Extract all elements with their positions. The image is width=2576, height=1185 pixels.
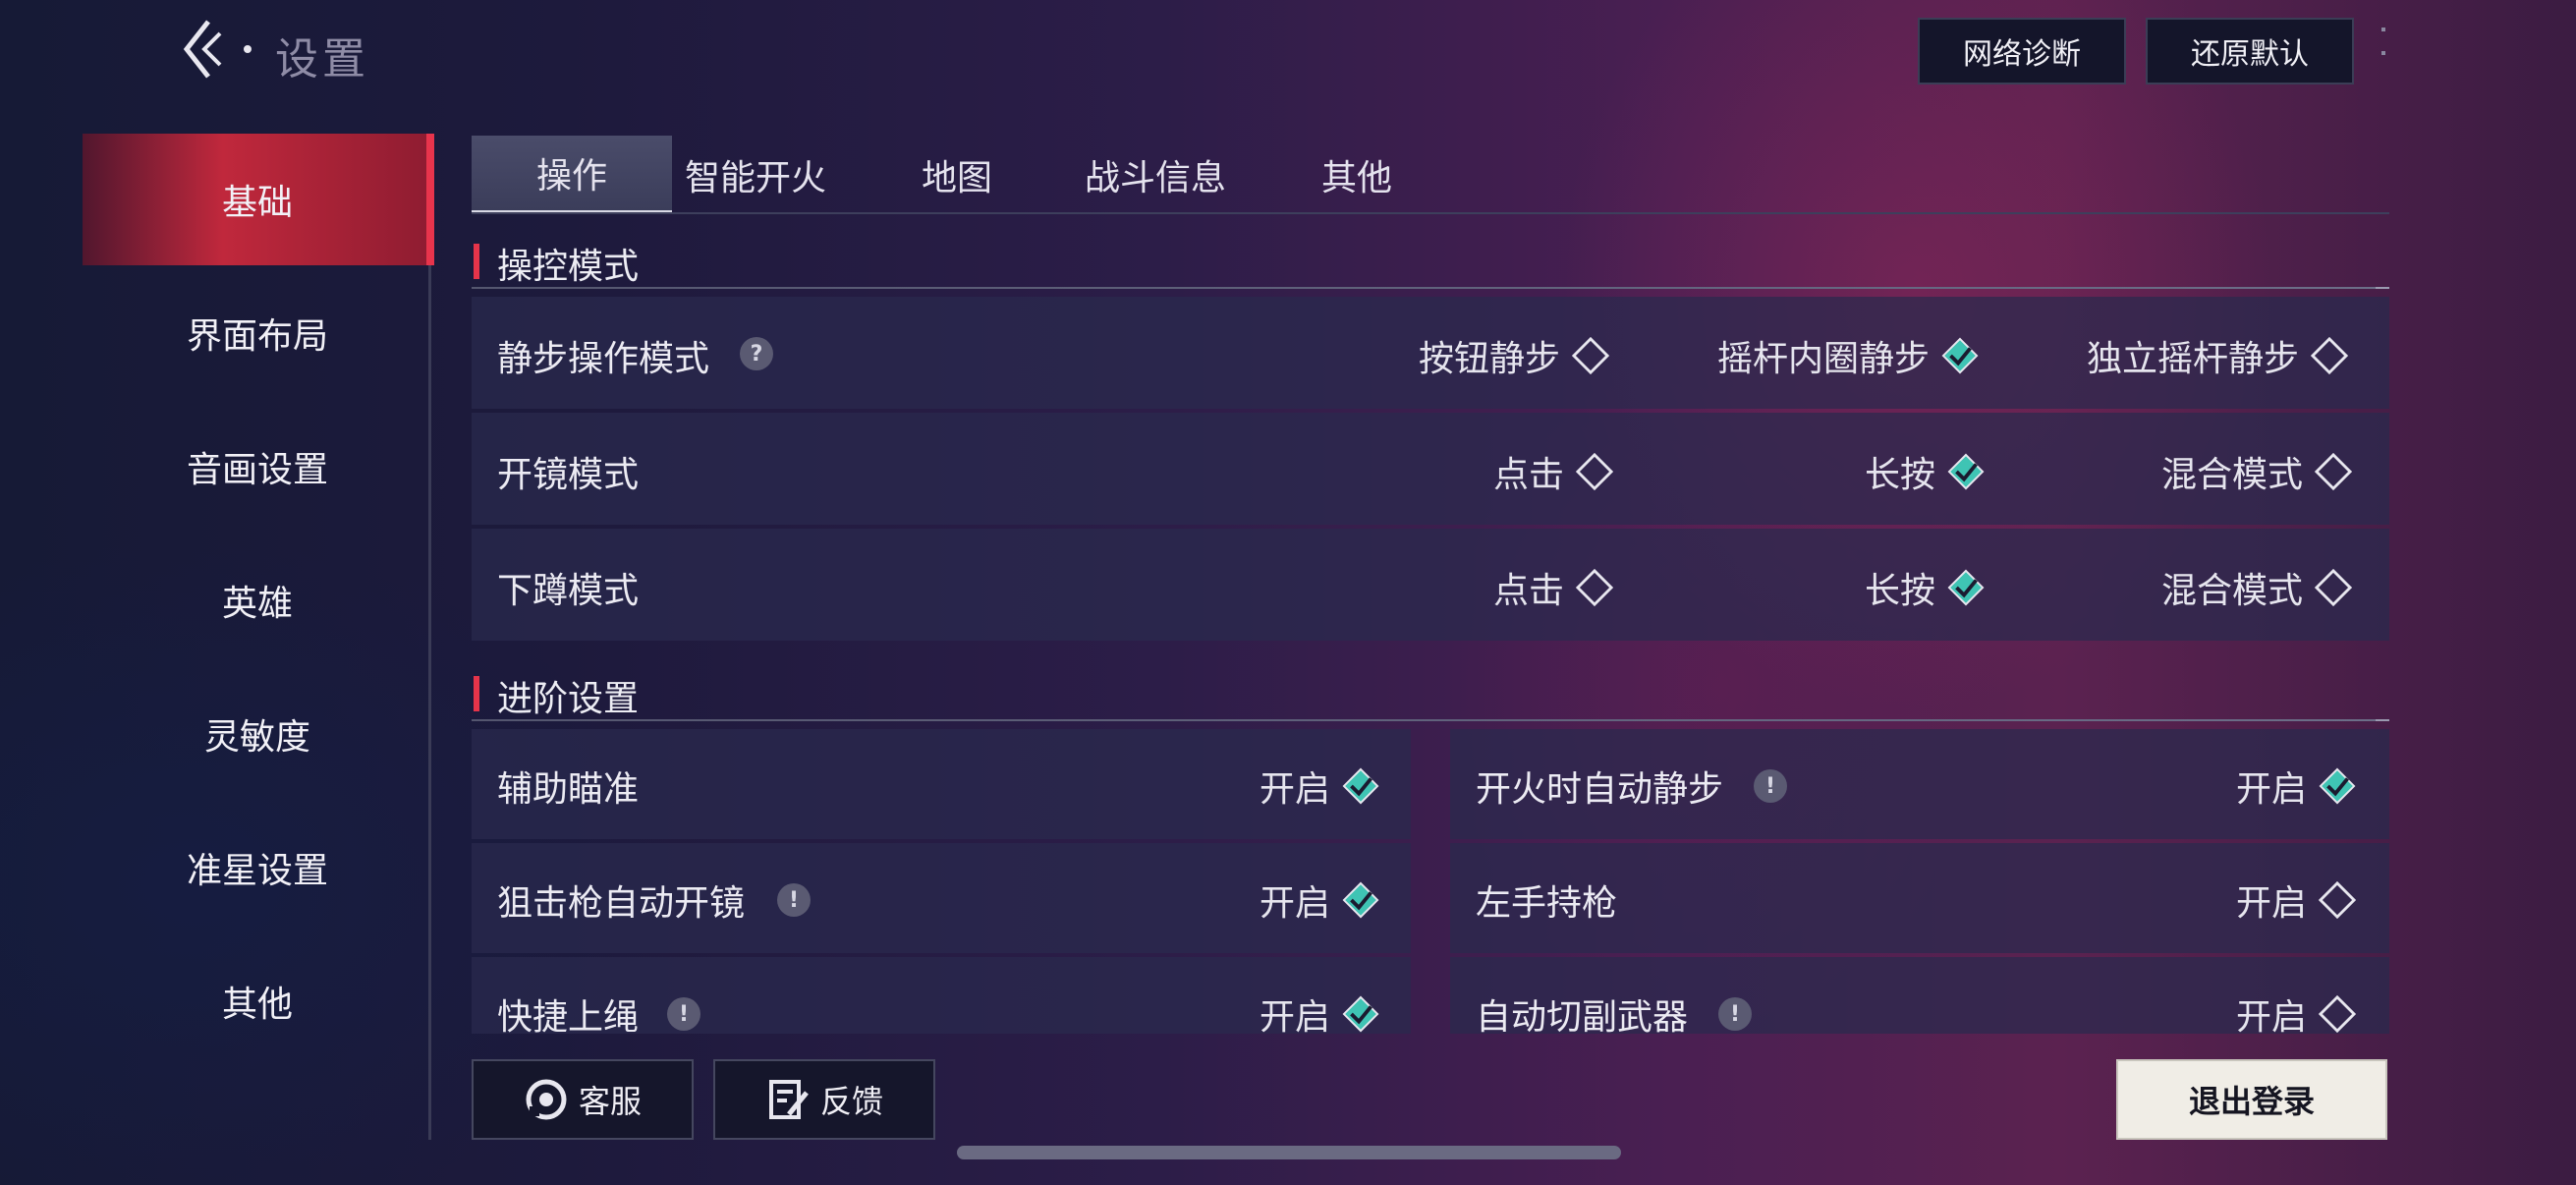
row-label-auto-quiet-on-fire: 开火时自动静步 xyxy=(1476,769,1724,810)
diamond-checked-icon xyxy=(2319,767,2356,805)
info-icon[interactable]: ! xyxy=(667,997,700,1031)
logout-button[interactable]: 退出登录 xyxy=(2116,1059,2387,1140)
info-icon[interactable]: ! xyxy=(1718,997,1752,1031)
diamond-checked-icon xyxy=(1342,995,1379,1033)
diamond-checked-icon xyxy=(1342,767,1379,805)
toggle-auto-switch-secondary[interactable]: 开启 xyxy=(2236,988,2357,1034)
info-icon[interactable]: ! xyxy=(1754,769,1787,803)
row-label-sniper-auto-scope: 狙击枪自动开镜 xyxy=(497,883,746,924)
customer-service-button[interactable]: 客服 xyxy=(472,1059,694,1140)
toggle-quick-rope[interactable]: 开启 xyxy=(1260,988,1379,1034)
toggle-aim-assist[interactable]: 开启 xyxy=(1260,761,1379,812)
row-label-left-hand-gun: 左手持枪 xyxy=(1476,883,1618,924)
headset-icon xyxy=(526,1079,567,1120)
toggle-auto-quiet-on-fire[interactable]: 开启 xyxy=(2236,761,2356,812)
info-icon[interactable]: ! xyxy=(777,883,811,917)
advanced-scroll-area[interactable]: 辅助瞄准 开启 狙击枪自动开镜 ! 开启 快捷上绳 ! 开启 开火时自动静步 !… xyxy=(0,0,2576,1034)
home-indicator[interactable] xyxy=(957,1146,1621,1159)
toggle-left-hand-gun[interactable]: 开启 xyxy=(2236,875,2357,926)
row-label-aim-assist: 辅助瞄准 xyxy=(497,769,640,810)
diamond-checked-icon xyxy=(1342,881,1379,919)
feedback-button[interactable]: 反馈 xyxy=(713,1059,935,1140)
diamond-unchecked-icon xyxy=(2319,881,2357,919)
diamond-unchecked-icon xyxy=(2319,995,2357,1033)
toggle-sniper-auto-scope[interactable]: 开启 xyxy=(1260,875,1379,926)
edit-note-icon xyxy=(768,1080,809,1119)
row-label-auto-switch-secondary: 自动切副武器 xyxy=(1476,997,1689,1034)
row-label-quick-rope: 快捷上绳 xyxy=(497,997,640,1034)
